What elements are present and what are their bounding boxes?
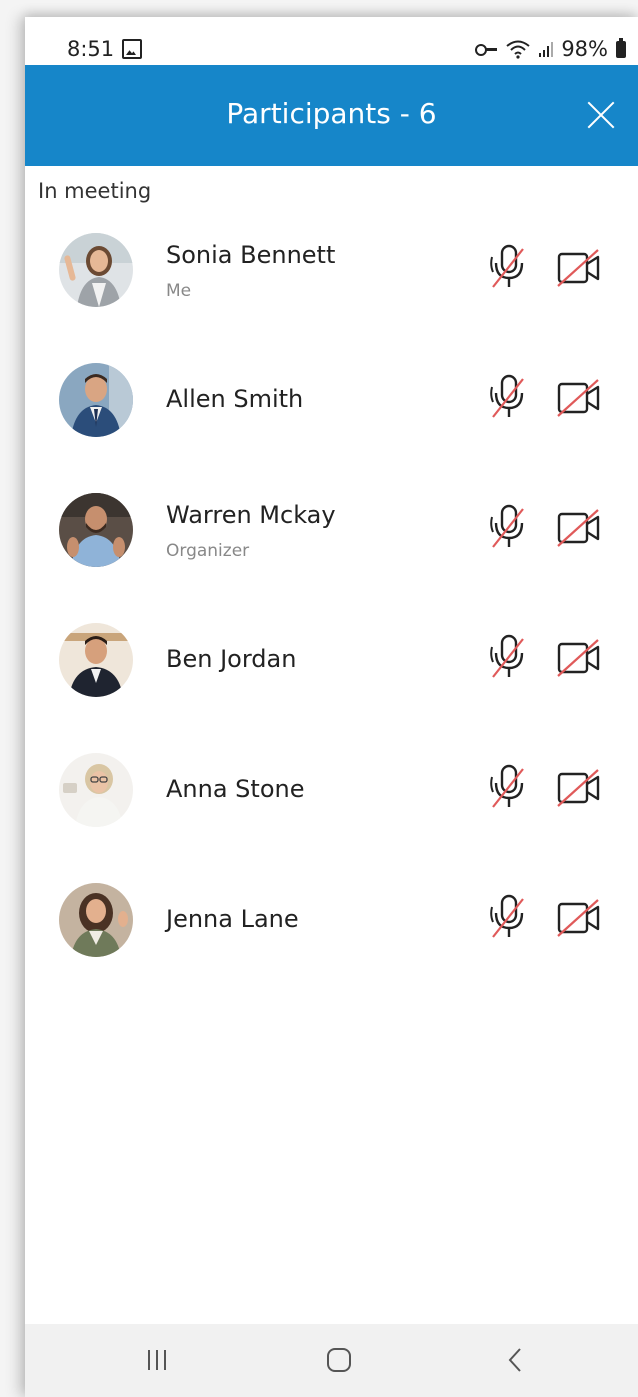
avatar [59,363,133,437]
participant-name: Anna Stone [166,775,305,803]
participant-row[interactable]: Allen Smith [25,347,638,477]
camera-off-icon[interactable] [556,248,602,288]
participant-row[interactable]: Ben Jordan [25,607,638,737]
avatar [59,493,133,567]
battery-icon [616,37,626,58]
section-label-in-meeting: In meeting [38,179,152,203]
camera-off-icon[interactable] [556,378,602,418]
participant-name: Ben Jordan [166,645,297,673]
page-title: Participants - 6 [226,97,437,130]
avatar [59,233,133,307]
back-icon[interactable] [485,1340,545,1380]
mic-muted-icon[interactable] [489,893,529,943]
home-icon[interactable] [309,1340,369,1380]
camera-off-icon[interactable] [556,638,602,678]
battery-percent: 98% [561,37,608,61]
mic-muted-icon[interactable] [489,373,529,423]
participant-row[interactable]: Anna Stone [25,737,638,867]
mic-muted-icon[interactable] [489,763,529,813]
participant-row[interactable]: Jenna Lane [25,867,638,997]
avatar [59,883,133,957]
participant-name: Allen Smith [166,385,304,413]
status-time: 8:51 [67,37,115,61]
participant-row[interactable]: Sonia Bennett Me [25,217,638,347]
phone-screen: 8:51 98% Participants - 6 In meeting Son… [25,17,638,1397]
signal-icon [539,41,554,57]
vpn-key-icon [475,43,498,56]
close-icon[interactable] [585,99,617,131]
avatar [59,753,133,827]
participant-role: Organizer [166,541,250,561]
participant-name: Sonia Bennett [166,241,336,269]
camera-off-icon[interactable] [556,508,602,548]
recent-apps-icon[interactable] [127,1340,187,1380]
camera-off-icon[interactable] [556,898,602,938]
participant-role: Me [166,281,192,301]
avatar [59,623,133,697]
participant-row[interactable]: Warren Mckay Organizer [25,477,638,607]
mic-muted-icon[interactable] [489,243,529,293]
header-bar: Participants - 6 [25,65,638,166]
participant-name: Jenna Lane [166,905,299,933]
wifi-icon [506,40,530,59]
status-bar: 8:51 98% [25,17,638,65]
mic-muted-icon[interactable] [489,503,529,553]
camera-off-icon[interactable] [556,768,602,808]
system-nav-bar [25,1324,638,1397]
participant-name: Warren Mckay [166,501,336,529]
mic-muted-icon[interactable] [489,633,529,683]
gallery-icon [122,39,142,59]
status-icons: 98% [475,37,626,61]
